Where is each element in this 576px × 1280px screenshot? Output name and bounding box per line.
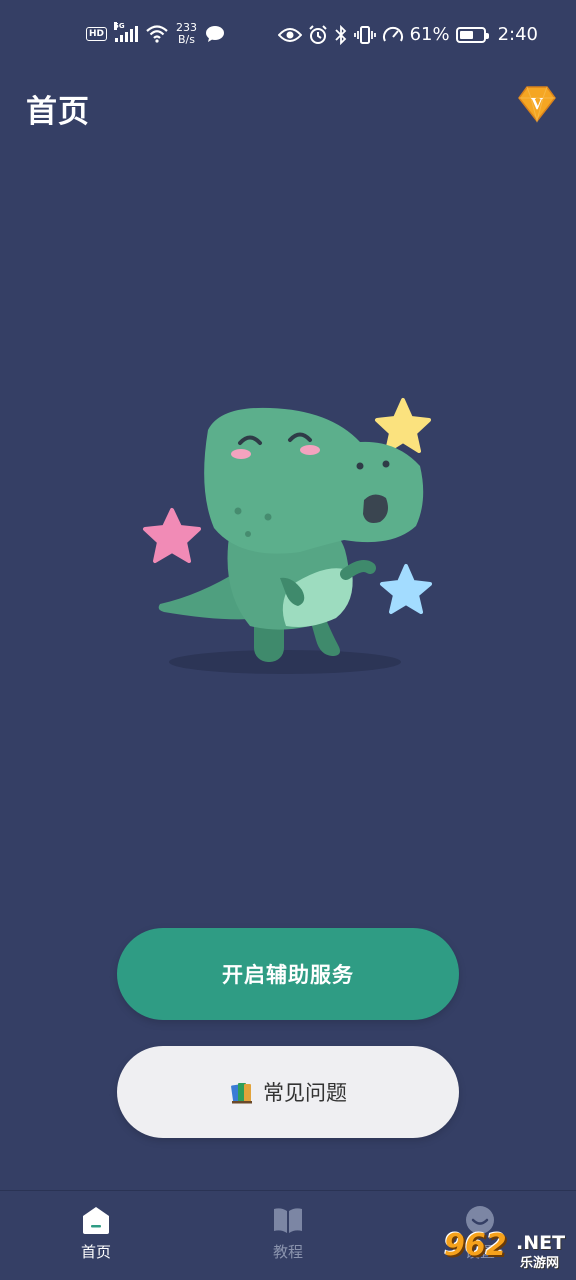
signal-icon: 5G bbox=[114, 22, 139, 42]
speedometer-icon bbox=[382, 26, 403, 41]
network-speed: 233 B/s bbox=[176, 21, 198, 46]
nav-label-home: 首页 bbox=[80, 1243, 111, 1261]
blue-star-icon bbox=[380, 564, 432, 614]
wifi-icon bbox=[146, 25, 168, 43]
watermark-number: 962 bbox=[444, 1228, 507, 1263]
chat-bubble-icon bbox=[206, 26, 225, 42]
yellow-star-icon bbox=[375, 398, 431, 453]
bluetooth-icon bbox=[334, 24, 346, 45]
nav-item-home[interactable]: 首页 bbox=[48, 1205, 144, 1271]
eye-icon bbox=[277, 27, 302, 42]
nav-item-tutorial[interactable]: 教程 bbox=[240, 1205, 336, 1271]
watermark-name: 乐游网 bbox=[520, 1256, 560, 1271]
pink-star-icon bbox=[143, 508, 201, 563]
page-title: 首页 bbox=[26, 94, 90, 130]
start-service-button[interactable]: 开启辅助服务 bbox=[117, 928, 459, 1020]
battery-icon bbox=[455, 26, 489, 43]
battery-percent: 61% bbox=[409, 24, 450, 45]
vibrate-icon bbox=[353, 25, 376, 44]
status-left: HD 5G 233 B/s bbox=[86, 22, 225, 46]
book-icon bbox=[274, 1208, 302, 1233]
hd-icon: HD bbox=[86, 27, 108, 41]
nav-label-tutorial: 教程 bbox=[272, 1243, 303, 1261]
status-bar: HD 5G 233 B/s 61% 2:40 bbox=[0, 0, 576, 72]
watermark-logo: 962 .NET 乐游网 bbox=[436, 1228, 572, 1276]
dinosaur-illustration bbox=[143, 398, 432, 674]
home-icon bbox=[83, 1207, 109, 1234]
watermark-suffix: .NET bbox=[516, 1232, 566, 1254]
vip-diamond-icon[interactable]: V bbox=[515, 84, 559, 124]
alarm-icon bbox=[308, 24, 327, 44]
faq-button[interactable]: 常见问题 bbox=[117, 1046, 459, 1138]
vip-letter: V bbox=[531, 94, 544, 113]
faq-label: 常见问题 bbox=[263, 1081, 347, 1105]
books-icon bbox=[231, 1083, 252, 1104]
clock: 2:40 bbox=[497, 24, 538, 45]
status-right: 61% 2:40 bbox=[277, 24, 538, 45]
